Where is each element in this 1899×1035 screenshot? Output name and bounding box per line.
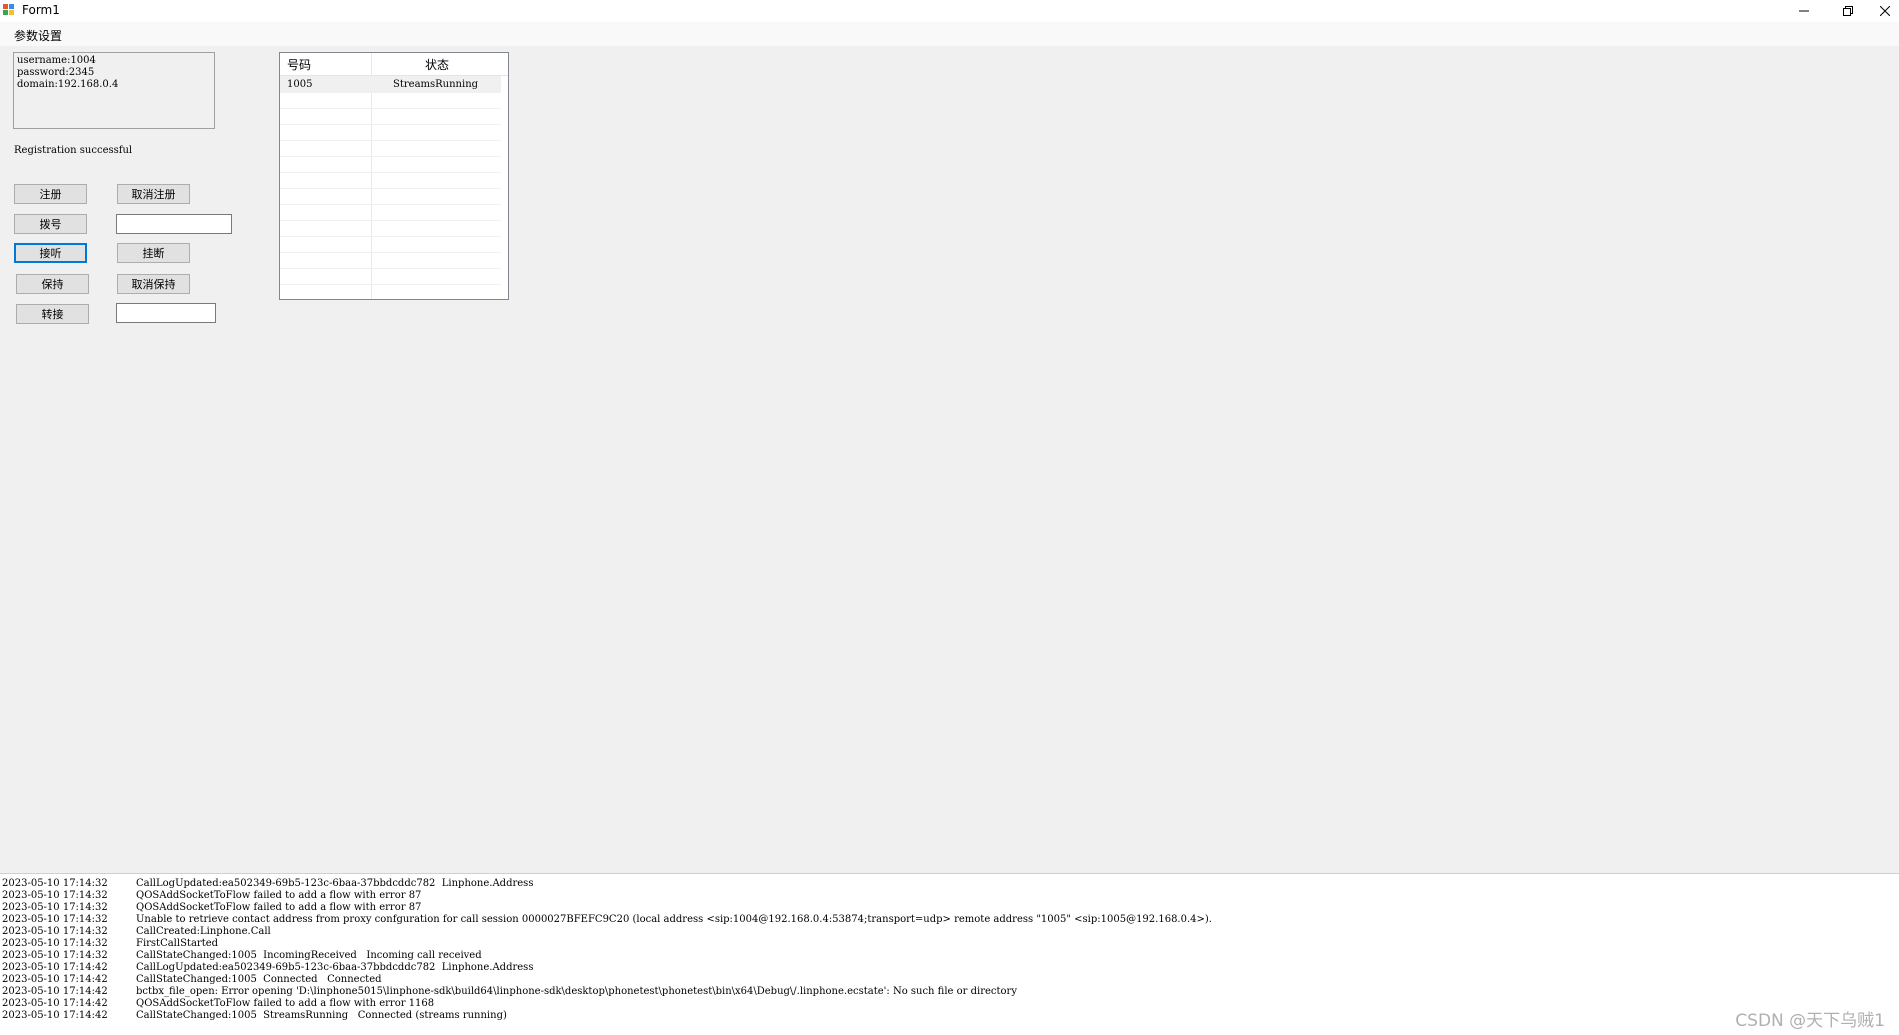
menu-bar: 参数设置 — [0, 22, 1899, 46]
params-textbox[interactable]: username:1004 password:2345 domain:192.1… — [13, 52, 215, 129]
answer-button[interactable]: 接听 — [14, 243, 87, 263]
header-number[interactable]: 号码 — [287, 53, 311, 75]
unhold-button[interactable]: 取消保持 — [117, 274, 190, 294]
log-line: 2023-05-10 17:14:42 CallLogUpdated:ea5023… — [2, 962, 534, 973]
empty-row — [280, 92, 501, 109]
empty-row — [280, 188, 501, 205]
log-line: 2023-05-10 17:14:32 CallStateChanged:1005… — [2, 950, 482, 961]
transfer-number-input[interactable] — [116, 303, 216, 323]
empty-row — [280, 172, 501, 189]
log-line: 2023-05-10 17:14:32 FirstCallStarted — [2, 938, 219, 949]
log-line: 2023-05-10 17:14:32 Unable to retrieve co… — [2, 914, 1212, 925]
title-bar: Form1 — [0, 0, 1899, 22]
watermark: CSDN @天下乌贼1 — [1735, 1011, 1885, 1031]
log-line: 2023-05-10 17:14:42 bctbx_file_open: Erro… — [2, 986, 1017, 997]
transfer-button[interactable]: 转接 — [16, 304, 89, 324]
registration-status: Registration successful — [14, 145, 133, 156]
close-icon — [1879, 6, 1890, 16]
empty-row — [280, 220, 501, 237]
register-button[interactable]: 注册 — [14, 184, 87, 204]
log-line: 2023-05-10 17:14:42 CallStateChanged:1005… — [2, 1010, 507, 1021]
window-title: Form1 — [22, 3, 60, 17]
grid-header: 号码 状态 — [280, 53, 508, 76]
dial-button[interactable]: 拨号 — [14, 214, 87, 234]
empty-row — [280, 140, 501, 157]
minimize-icon — [1799, 10, 1809, 12]
call-list-grid[interactable]: 号码 状态 1005 StreamsRunning — [279, 52, 509, 300]
log-textbox[interactable]: 2023-05-10 17:14:32 CallLogUpdated:ea5023… — [0, 873, 1899, 1035]
empty-row — [280, 252, 501, 269]
app-icon — [3, 4, 15, 16]
empty-row — [280, 108, 501, 125]
log-line: 2023-05-10 17:14:32 QOSAddSocketToFlow fa… — [2, 902, 422, 913]
empty-row — [280, 204, 501, 221]
log-line: 2023-05-10 17:14:32 CallCreated:Linphone.… — [2, 926, 271, 937]
unregister-button[interactable]: 取消注册 — [117, 184, 190, 204]
hangup-button[interactable]: 挂断 — [117, 243, 190, 263]
empty-row — [280, 236, 501, 253]
cell-number: 1005 — [287, 78, 313, 90]
minimize-button[interactable] — [1782, 0, 1826, 22]
restore-icon — [1843, 6, 1853, 16]
hold-button[interactable]: 保持 — [16, 274, 89, 294]
log-line: 2023-05-10 17:14:32 CallLogUpdated:ea5023… — [2, 878, 534, 889]
header-status[interactable]: 状态 — [425, 53, 449, 75]
log-line: 2023-05-10 17:14:42 QOSAddSocketToFlow fa… — [2, 998, 435, 1009]
empty-row — [280, 124, 501, 141]
log-line: 2023-05-10 17:14:32 QOSAddSocketToFlow fa… — [2, 890, 422, 901]
restore-button[interactable] — [1826, 0, 1870, 22]
log-line: 2023-05-10 17:14:42 CallStateChanged:1005… — [2, 974, 382, 985]
empty-row — [280, 156, 501, 173]
cell-status: StreamsRunning — [393, 78, 479, 90]
empty-row — [280, 268, 501, 285]
menu-item-settings[interactable]: 参数设置 — [8, 27, 68, 44]
dial-number-input[interactable] — [116, 214, 232, 234]
table-row[interactable]: 1005 StreamsRunning — [280, 76, 501, 93]
close-button[interactable] — [1870, 0, 1899, 22]
